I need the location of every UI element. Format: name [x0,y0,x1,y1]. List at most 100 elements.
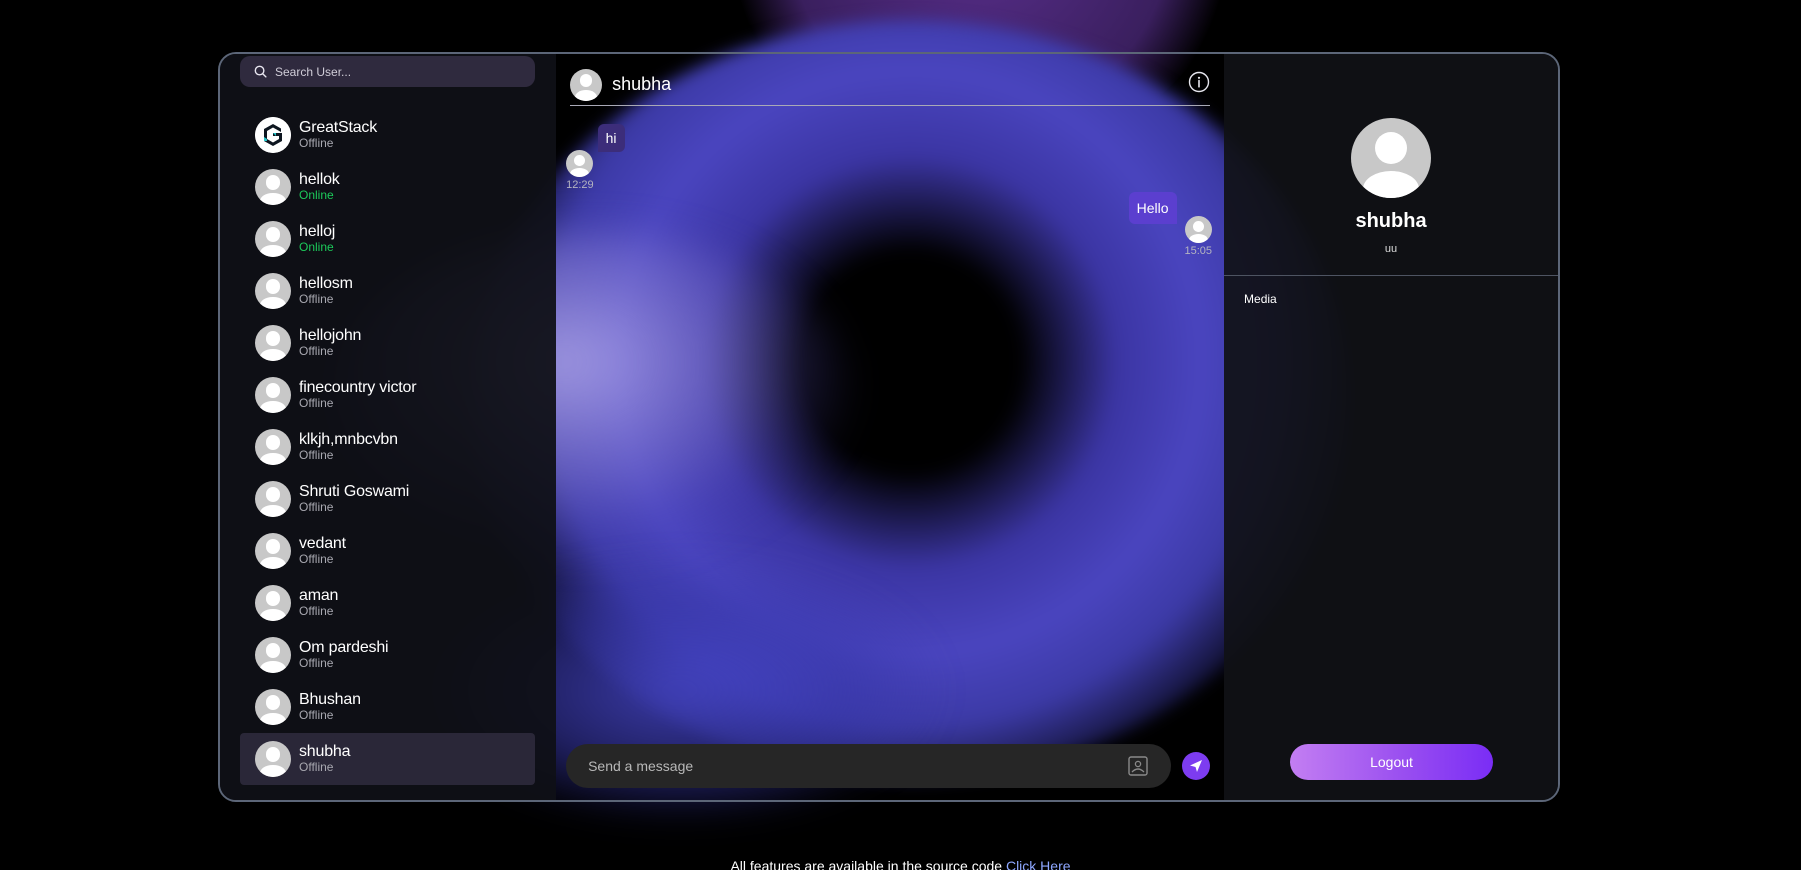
user-status: Offline [299,396,334,411]
message-composer [566,744,1172,788]
info-icon[interactable] [1188,71,1210,93]
avatar [255,221,291,257]
user-status: Offline [299,552,334,567]
user-status: Offline [299,292,334,307]
user-text: klkjh,mnbcvbn Offline [299,431,398,463]
user-text: hellosm Offline [299,275,353,307]
source-code-link[interactable]: Click Here [1006,858,1071,870]
user-status: Offline [299,760,334,775]
message-bubble: hi [597,124,625,152]
chat-app-window: GreatStackOfflinehellokOnlinehellojOnlin… [218,52,1560,802]
user-name: Shruti Goswami [299,482,410,500]
profile-header: shubha uu [1224,54,1558,276]
message-bubble: Hello [1128,192,1177,224]
footer-note: All features are available in the source… [0,858,1801,870]
user-name: finecountry victor [299,378,417,396]
user-list: GreatStack Offline hellok Online helloj Onlin… [240,109,536,785]
user-status: Offline [299,708,334,723]
user-list-item[interactable]: hellojohn Offline [240,317,535,369]
user-list-item[interactable]: shubha Offline [240,733,535,785]
message-time: 12:29 [566,179,594,191]
profile-name: shubha [1355,210,1427,232]
user-name: vedant [299,534,346,552]
media-label: Media [1244,292,1277,306]
user-name: klkjh,mnbcvbn [299,430,398,448]
user-name: aman [299,586,339,604]
avatar [255,481,291,517]
avatar [255,169,291,205]
message-input[interactable] [588,758,1128,774]
user-list-item[interactable]: GreatStack Offline [240,109,535,161]
user-text: helloj Online [299,223,335,255]
search-bar[interactable] [240,56,535,87]
user-text: Om pardeshi Offline [299,638,389,671]
user-status: Offline [299,500,334,515]
send-icon [1190,760,1203,772]
chat-header: shubha [570,64,1211,106]
avatar [570,68,603,101]
outgoing-message: Hello 15:05 [1128,192,1213,257]
avatar [255,741,291,777]
avatar [255,585,291,621]
profile-bio: uu [1384,243,1398,255]
gallery-icon[interactable] [1127,755,1149,777]
avatar [255,273,291,309]
user-list-item[interactable]: helloj Online [240,213,535,265]
send-button[interactable] [1182,752,1211,780]
user-list-item[interactable]: Shruti Goswami Offline [240,473,535,525]
user-list-item[interactable]: aman Offline [240,577,535,629]
avatar [255,637,291,673]
message-meta: 12:29 [566,150,594,191]
incoming-message: 12:29 hi [566,124,625,191]
search-input[interactable] [275,64,515,79]
user-name: hellosm [299,274,353,292]
user-status: Offline [299,604,334,619]
user-text: vedant Offline [299,535,346,567]
search-icon [254,65,267,78]
user-text: finecountry victor Offline [299,378,417,411]
user-text: Shruti Goswami Offline [299,483,409,515]
greatstack-logo-icon [255,117,291,153]
user-name: shubha [299,742,351,760]
chat-panel: shubha 12:29 hi Hello 15:05 [556,54,1224,800]
message-time: 15:05 [1184,245,1213,257]
user-name: hellojohn [299,326,362,344]
user-sidebar: GreatStackOfflinehellokOnlinehellojOnlin… [220,54,557,800]
user-text: hellok Online [299,171,340,203]
user-name: Bhushan [299,690,361,708]
user-list-item[interactable]: finecountry victor Offline [240,369,535,421]
user-status: Offline [299,448,334,463]
footer-text: All features are available in the source… [730,858,1003,870]
user-status: Offline [299,344,334,359]
avatar [255,689,291,725]
user-list-item[interactable]: vedant Offline [240,525,535,577]
avatar [255,533,291,569]
user-status: Online [299,240,334,255]
avatar [255,325,291,361]
user-list-item[interactable]: Bhushan Offline [240,681,535,733]
user-name: Om pardeshi [299,638,389,656]
profile-panel: shubha uu Media Logout [1224,54,1558,800]
user-list-item[interactable]: hellok Online [240,161,535,213]
user-text: shubha Offline [299,743,350,775]
avatar [255,377,291,413]
user-list-item[interactable]: Om pardeshi Offline [240,629,535,681]
user-name: hellok [299,170,340,188]
user-text: aman Offline [299,587,338,619]
user-name: helloj [299,222,336,240]
user-status: Offline [299,136,334,151]
avatar [255,429,291,465]
user-status: Online [299,188,334,203]
message-meta: 15:05 [1184,216,1213,257]
avatar [1184,216,1212,243]
user-text: Bhushan Offline [299,691,361,723]
chat-title: shubha [612,74,672,94]
user-text: GreatStack Offline [299,119,377,151]
user-status: Offline [299,656,334,671]
user-name: GreatStack [299,118,378,136]
user-list-item[interactable]: klkjh,mnbcvbn Offline [240,421,535,473]
logout-button[interactable]: Logout [1290,744,1494,780]
avatar [566,150,594,177]
user-list-item[interactable]: hellosm Offline [240,265,535,317]
profile-avatar [1351,118,1432,198]
